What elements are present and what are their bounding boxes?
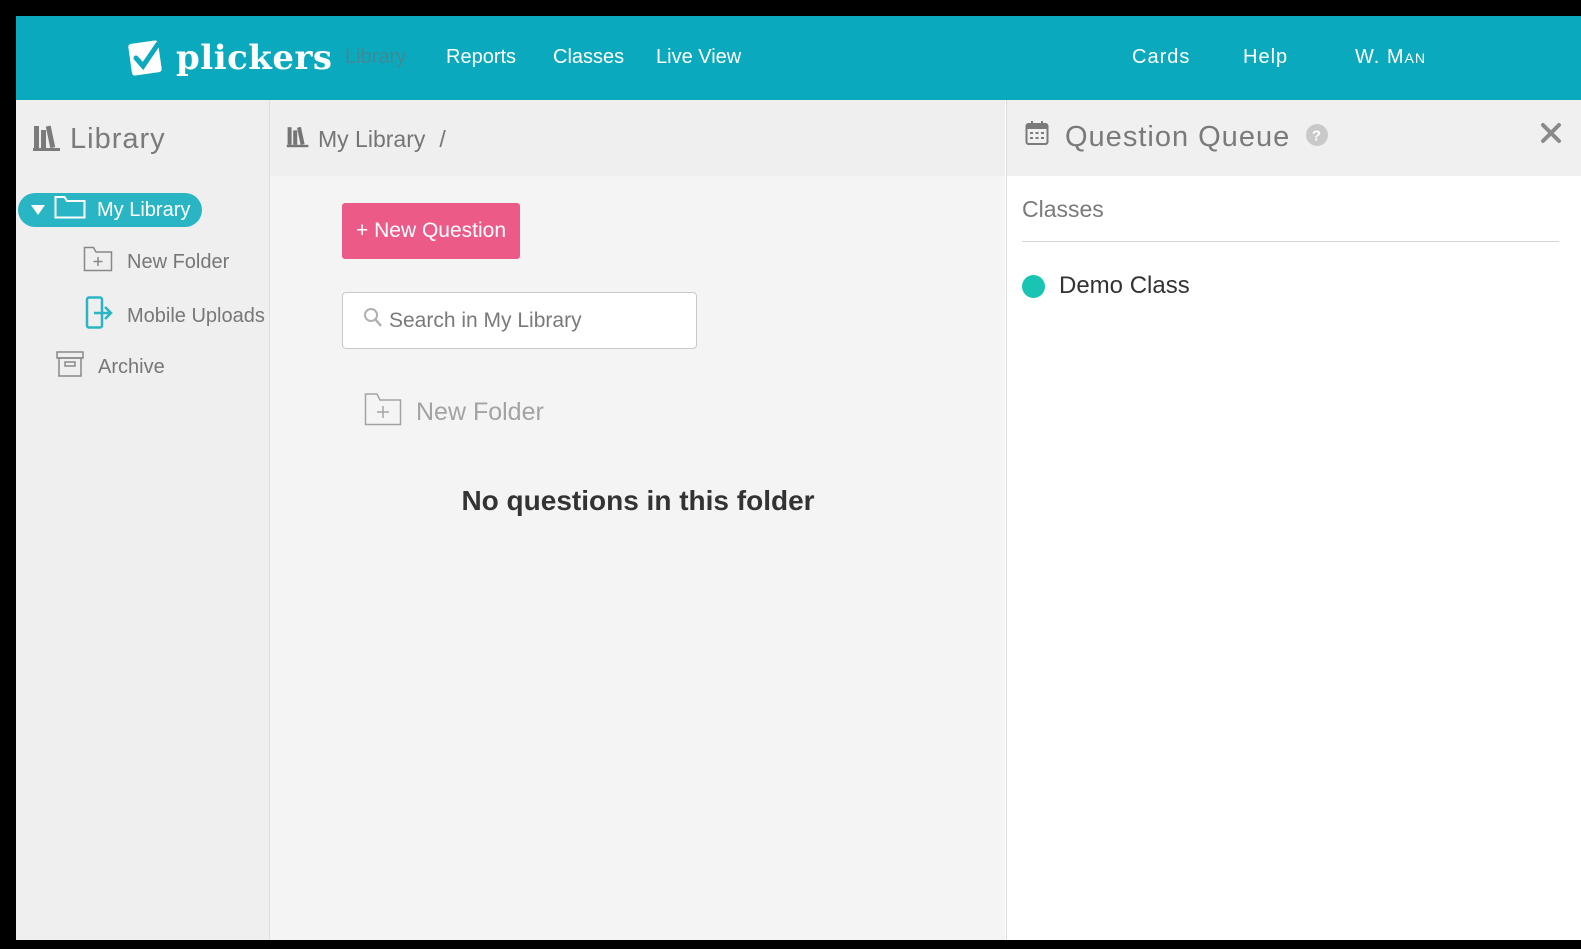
sidebar-item-mobile-uploads[interactable]: Mobile Uploads xyxy=(85,296,265,336)
sidebar-item-label: My Library xyxy=(97,198,191,221)
queue-classes-label: Classes xyxy=(1022,196,1104,222)
new-question-button[interactable]: + New Question xyxy=(342,203,520,259)
user-menu[interactable]: W. Man xyxy=(1355,46,1426,69)
mobile-upload-icon xyxy=(85,296,113,336)
sidebar-item-label: New Folder xyxy=(127,250,230,273)
search-icon xyxy=(363,307,383,334)
nav-help[interactable]: Help xyxy=(1243,46,1288,69)
folder-icon xyxy=(54,195,86,225)
class-item-demo-class[interactable]: Demo Class xyxy=(1022,272,1190,300)
nav-cards[interactable]: Cards xyxy=(1132,46,1190,69)
library-books-icon xyxy=(286,124,310,154)
close-icon[interactable] xyxy=(1540,122,1562,149)
library-sidebar: Library My Library New Folder Mobile Upl… xyxy=(16,100,270,940)
sidebar-header: Library xyxy=(32,122,166,157)
empty-folder-message: No questions in this folder xyxy=(461,485,815,516)
brand-logo[interactable]: plickers xyxy=(126,30,333,86)
sidebar-item-archive[interactable]: Archive xyxy=(56,350,165,384)
sidebar-item-new-folder[interactable]: New Folder xyxy=(83,246,229,278)
new-folder-label: New Folder xyxy=(416,398,544,426)
breadcrumb-separator: / xyxy=(439,125,446,152)
brand-name: plickers xyxy=(176,38,333,78)
queue-header: Question Queue ? xyxy=(1007,100,1581,176)
help-icon[interactable]: ? xyxy=(1306,121,1329,154)
nav-reports[interactable]: Reports xyxy=(446,46,516,69)
breadcrumb-root-link[interactable]: My Library xyxy=(318,126,425,153)
caret-down-icon[interactable] xyxy=(30,199,46,222)
nav-classes[interactable]: Classes xyxy=(553,46,624,69)
sidebar-title: Library xyxy=(70,123,166,155)
class-color-dot xyxy=(1022,274,1045,298)
app-window: plickers Library Reports Classes Live Vi… xyxy=(16,16,1581,940)
breadcrumb: My Library / xyxy=(270,100,1005,176)
top-navigation-bar: plickers Library Reports Classes Live Vi… xyxy=(16,16,1581,100)
sidebar-item-my-library[interactable]: My Library xyxy=(18,193,202,227)
plickers-logo-icon xyxy=(126,36,166,80)
new-folder-button[interactable]: New Folder xyxy=(364,392,544,433)
sidebar-item-label: Archive xyxy=(98,355,165,378)
nav-library[interactable]: Library xyxy=(345,46,406,69)
search-box[interactable]: Search in My Library xyxy=(342,292,697,349)
sidebar-item-label: Mobile Uploads xyxy=(127,304,265,327)
question-queue-panel: Question Queue ? Classes Demo Class xyxy=(1006,100,1581,940)
library-main-panel: My Library / + New Question Search in My… xyxy=(270,100,1005,940)
nav-live-view[interactable]: Live View xyxy=(656,46,741,69)
archive-box-icon xyxy=(56,350,84,384)
class-name: Demo Class xyxy=(1059,272,1190,299)
calendar-icon xyxy=(1025,120,1049,154)
new-folder-icon xyxy=(364,392,402,433)
divider xyxy=(1022,241,1559,242)
svg-text:?: ? xyxy=(1312,127,1322,144)
search-input[interactable]: Search in My Library xyxy=(389,309,582,333)
new-folder-icon xyxy=(83,246,113,278)
library-books-icon xyxy=(32,122,62,157)
queue-title: Question Queue xyxy=(1065,120,1291,153)
